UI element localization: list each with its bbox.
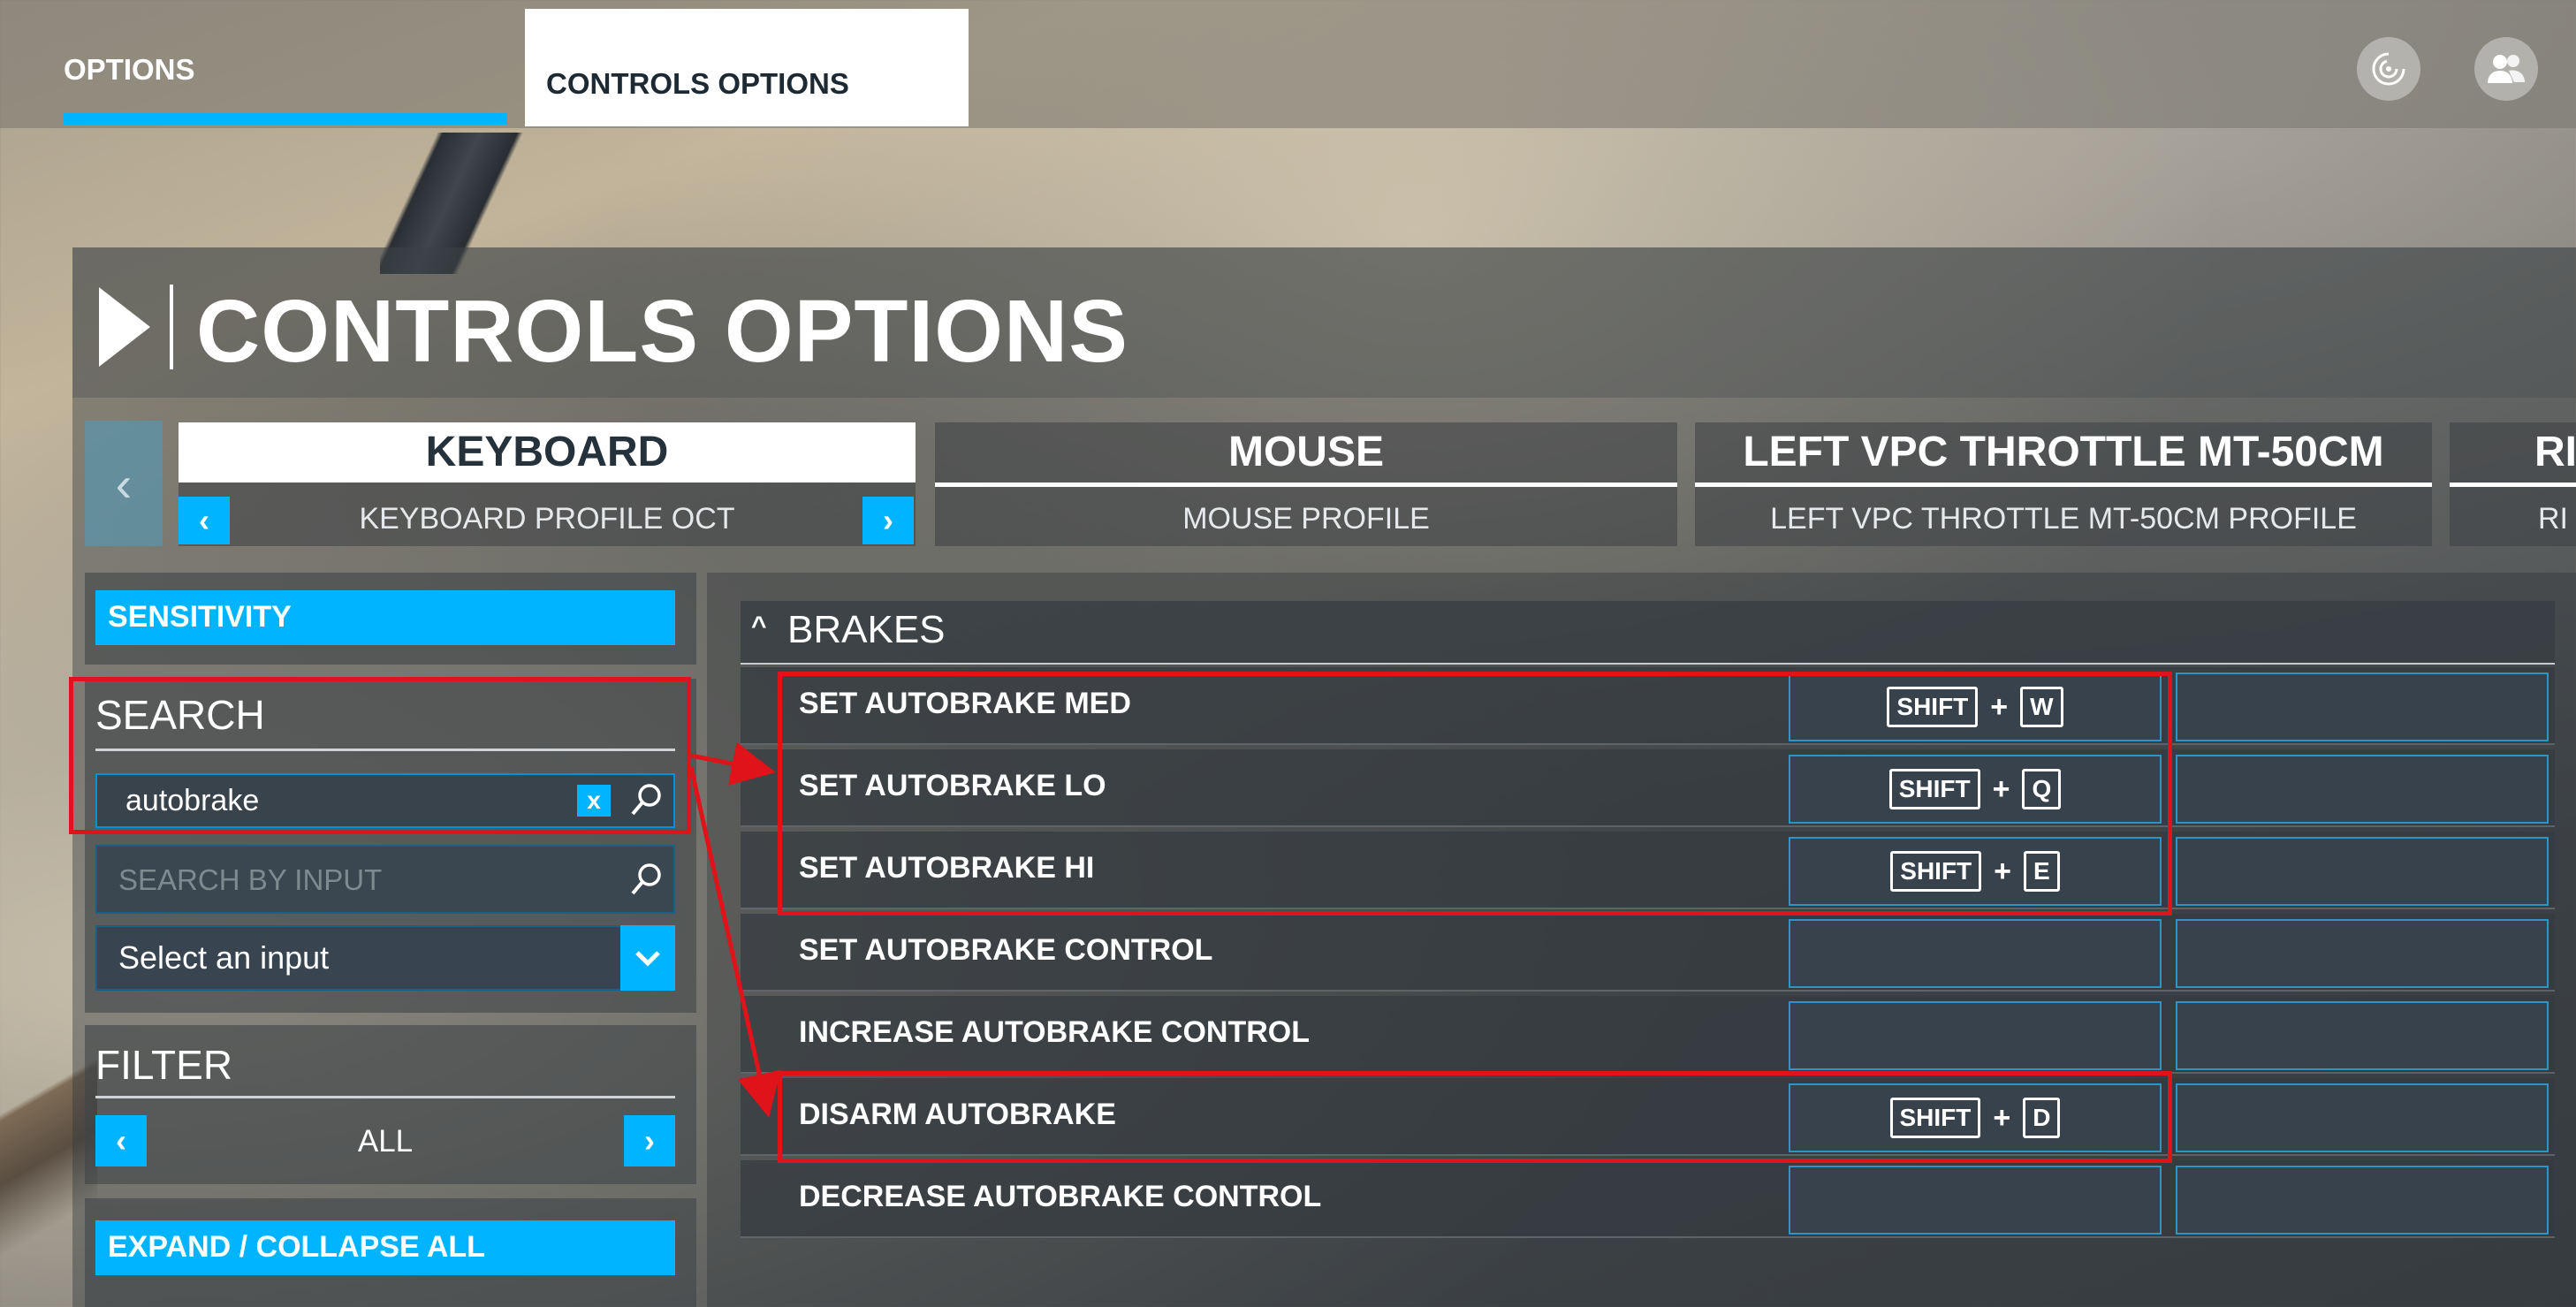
binding-slot-secondary[interactable] [2176, 755, 2549, 824]
device-underline [2450, 483, 2576, 487]
binding-slot-primary[interactable] [1789, 919, 2162, 988]
binding-slot-secondary[interactable] [2176, 837, 2549, 906]
profile-button[interactable] [2474, 37, 2538, 101]
device-prev-button[interactable]: ‹ [85, 421, 163, 546]
expand-collapse-all-button[interactable]: EXPAND / COLLAPSE ALL [95, 1220, 675, 1275]
title-separator [170, 285, 173, 369]
binding-slot-secondary[interactable] [2176, 1166, 2549, 1235]
filter-prev-button[interactable]: ‹ [95, 1115, 147, 1166]
device-profile: RI [2538, 502, 2568, 536]
tab-options[interactable]: OPTIONS [64, 53, 195, 87]
device-tab-mouse[interactable]: MOUSE MOUSE PROFILE [935, 422, 1677, 546]
binding-label: SET AUTOBRAKE CONTROL [799, 933, 1213, 967]
binding-row[interactable]: DECREASE AUTOBRAKE CONTROL [741, 1160, 2555, 1238]
tab-controls-options[interactable]: CONTROLS OPTIONS [525, 9, 969, 126]
device-underline [1695, 483, 2432, 487]
device-profile: MOUSE PROFILE [1182, 502, 1430, 536]
profile-icon [2488, 55, 2525, 83]
binding-slot-secondary[interactable] [2176, 1001, 2549, 1070]
section-header-brakes[interactable] [741, 601, 2555, 665]
device-underline [935, 483, 1677, 487]
device-profile: KEYBOARD PROFILE OCT [359, 502, 735, 536]
device-name: LEFT VPC THROTTLE MT-50CM [1743, 429, 2384, 475]
chevron-down-icon [635, 951, 660, 967]
chevron-right-icon: › [644, 1122, 655, 1159]
annotation-box-search [69, 677, 691, 834]
dropdown-button[interactable] [620, 925, 675, 991]
device-profile: LEFT VPC THROTTLE MT-50CM PROFILE [1770, 502, 2357, 536]
binding-slot-secondary[interactable] [2176, 1083, 2549, 1152]
binding-label: INCREASE AUTOBRAKE CONTROL [799, 1015, 1311, 1049]
binding-slot-secondary[interactable] [2176, 672, 2549, 741]
binding-slot-primary[interactable] [1789, 1001, 2162, 1070]
sensitivity-button[interactable]: SENSITIVITY [95, 590, 675, 645]
device-name: RI [2534, 429, 2576, 475]
filter-next-button[interactable]: › [624, 1115, 675, 1166]
device-name: KEYBOARD [179, 422, 916, 483]
binding-slot-secondary[interactable] [2176, 919, 2549, 988]
chevron-left-icon: ‹ [115, 455, 133, 512]
search-icon[interactable] [630, 862, 664, 897]
binding-label: DECREASE AUTOBRAKE CONTROL [799, 1180, 1322, 1213]
section-title: BRAKES [787, 608, 946, 651]
profile-next-button[interactable]: › [862, 497, 914, 544]
annotation-box-disarm [778, 1071, 2172, 1163]
device-name: MOUSE [1227, 429, 1384, 475]
chevron-right-icon [99, 287, 150, 367]
device-tab-right[interactable]: RI RI [2450, 422, 2576, 546]
select-input-dropdown[interactable]: Select an input [95, 925, 675, 991]
sync-button[interactable] [2357, 37, 2420, 101]
annotation-box-autobrake-set [778, 672, 2172, 916]
tab-active-indicator [64, 113, 507, 125]
binding-row[interactable]: SET AUTOBRAKE CONTROL [741, 914, 2555, 992]
chevron-right-icon: › [883, 502, 893, 538]
page-title: CONTROLS OPTIONS [196, 282, 1128, 381]
filter-title: FILTER [95, 1042, 233, 1088]
device-tab-keyboard[interactable]: KEYBOARD ‹ KEYBOARD PROFILE OCT › [179, 422, 916, 546]
search-by-input-field[interactable]: SEARCH BY INPUT [95, 845, 675, 914]
device-tab-left-throttle[interactable]: LEFT VPC THROTTLE MT-50CM LEFT VPC THROT… [1695, 422, 2432, 546]
collapse-caret-icon[interactable]: ^ [751, 612, 767, 642]
chevron-left-icon: ‹ [116, 1122, 126, 1159]
top-bar [0, 0, 2576, 128]
binding-row[interactable]: INCREASE AUTOBRAKE CONTROL [741, 996, 2555, 1074]
divider [95, 1096, 675, 1098]
binding-slot-primary[interactable] [1789, 1166, 2162, 1235]
filter-value: ALL [357, 1124, 414, 1159]
sync-icon [2372, 52, 2405, 86]
